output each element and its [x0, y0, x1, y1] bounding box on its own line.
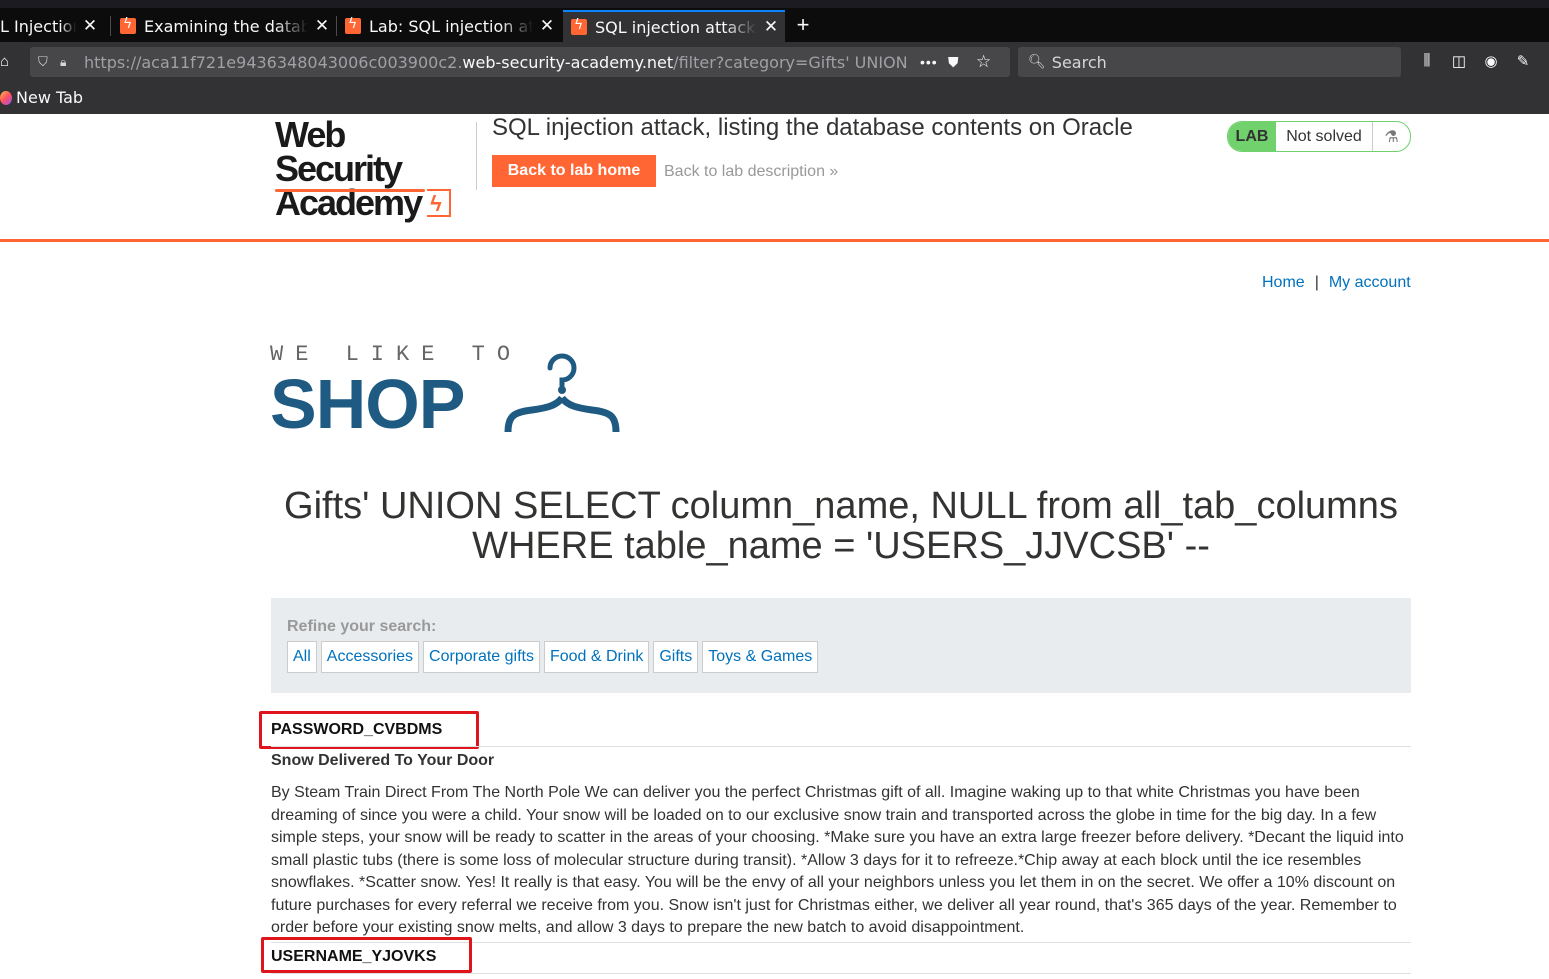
- my-account-link[interactable]: My account: [1329, 274, 1411, 292]
- toolbar-icons: ⫼ ◫ ◉ ✎: [1418, 52, 1532, 70]
- red-highlight-box: [261, 937, 472, 973]
- category-all[interactable]: All: [287, 641, 317, 673]
- product-name: Snow Delivered To Your Door: [271, 752, 495, 769]
- bookmark-star-icon[interactable]: ☆: [976, 52, 1000, 72]
- search-input[interactable]: 🔍︎ Search: [1018, 47, 1401, 77]
- sidebar-icon[interactable]: ◫: [1450, 52, 1468, 70]
- product-description: By Steam Train Direct From The North Pol…: [271, 784, 1404, 936]
- lock-icon[interactable]: 🔒︎: [60, 55, 76, 70]
- category-toys-games[interactable]: Toys & Games: [702, 641, 819, 673]
- home-link[interactable]: Home: [1262, 274, 1305, 292]
- tab-bar: L Injection? ✕ Examining the database ✕ …: [0, 0, 1549, 42]
- tab-label: Lab: SQL injection attack: [369, 16, 533, 36]
- tracking-shield-icon[interactable]: ⛉: [38, 54, 54, 70]
- logo-line-1: Web Security: [275, 114, 403, 189]
- page-actions-more-icon[interactable]: •••: [920, 54, 944, 70]
- url-text[interactable]: https://aca11f721e9436348043006c003900c2…: [84, 53, 912, 72]
- logo-shop-word: SHOP: [270, 365, 465, 443]
- back-to-lab-home-button[interactable]: Back to lab home: [492, 155, 656, 187]
- tab-separator: [110, 16, 111, 36]
- url-prefix: https://aca11f721e9436348043006c003900c2…: [84, 52, 463, 72]
- tab-label: Examining the database: [144, 16, 308, 36]
- close-icon[interactable]: ✕: [82, 16, 98, 36]
- search-placeholder: Search: [1051, 52, 1107, 72]
- search-icon: 🔍︎: [1028, 54, 1046, 70]
- header-divider: [476, 122, 477, 190]
- portswigger-favicon-icon: [120, 16, 136, 34]
- result-divider: [271, 973, 1411, 974]
- url-bar[interactable]: ⛉ 🔒︎ https://aca11f721e9436348043006c003…: [30, 47, 1010, 77]
- tab-examining-database[interactable]: Examining the database ✕: [112, 10, 336, 42]
- page-heading: Gifts' UNION SELECT column_name, NULL fr…: [284, 485, 1398, 567]
- title-strip: [0, 0, 1549, 8]
- lab-badge-label: LAB: [1228, 122, 1276, 151]
- portswigger-favicon-icon: [345, 16, 361, 34]
- new-tab-plus-icon[interactable]: +: [792, 12, 814, 38]
- category-accessories[interactable]: Accessories: [320, 641, 420, 673]
- category-food-drink[interactable]: Food & Drink: [543, 641, 650, 673]
- close-icon[interactable]: ✕: [763, 17, 779, 37]
- close-icon[interactable]: ✕: [314, 16, 330, 36]
- filter-panel: Refine your search: All Accessories Corp…: [271, 598, 1411, 693]
- bookmarks-toolbar: New Tab: [0, 82, 1549, 114]
- lab-status-badge: LAB Not solved ⚗: [1227, 121, 1411, 152]
- library-icon[interactable]: ⫼: [1418, 52, 1436, 70]
- lab-title: SQL injection attack, listing the databa…: [492, 114, 1133, 141]
- home-icon[interactable]: ⌂: [0, 53, 9, 70]
- extension-icon[interactable]: ✎: [1514, 52, 1532, 70]
- tab-lab-sql-injection[interactable]: Lab: SQL injection attack ✕: [337, 10, 561, 42]
- account-icon[interactable]: ◉: [1482, 52, 1500, 70]
- bolt-icon: [427, 187, 452, 221]
- back-to-lab-description-link[interactable]: Back to lab description »: [664, 163, 838, 181]
- portswigger-favicon-icon: [571, 17, 587, 35]
- we-like-to-shop-logo: WE LIKE TO SHOP: [270, 340, 630, 443]
- logo-underline: [275, 189, 425, 192]
- url-path: /filter?category=Gifts' UNION SELECT col…: [673, 52, 912, 72]
- bookmark-new-tab[interactable]: New Tab: [0, 88, 83, 107]
- category-gifts[interactable]: Gifts: [653, 641, 699, 673]
- lab-status-text: Not solved: [1286, 127, 1362, 145]
- firefox-icon: [0, 90, 12, 105]
- close-icon[interactable]: ✕: [539, 16, 555, 36]
- nav-separator: |: [1314, 274, 1319, 291]
- tab-label: L Injection?: [0, 16, 76, 36]
- red-highlight-box: [259, 711, 479, 749]
- pocket-icon[interactable]: ⛊: [948, 54, 972, 71]
- tab-active-sql-listing[interactable]: SQL injection attack, listing ✕: [563, 10, 785, 42]
- category-corporate-gifts[interactable]: Corporate gifts: [423, 641, 540, 673]
- refine-label: Refine your search:: [287, 618, 437, 635]
- tab-label: SQL injection attack, listing: [595, 17, 757, 37]
- url-host: web-security-academy.net: [462, 52, 674, 72]
- bookmark-label: New Tab: [16, 88, 84, 107]
- academy-header: Web Security Academy SQL injection attac…: [0, 114, 1549, 242]
- shop-top-nav: Home | My account: [1262, 274, 1411, 292]
- result-divider: [271, 746, 1411, 747]
- tab-sql-injection[interactable]: L Injection? ✕: [0, 10, 104, 42]
- web-security-academy-logo[interactable]: Web Security Academy: [275, 114, 475, 221]
- flask-icon: ⚗: [1372, 122, 1410, 151]
- nav-toolbar: ⌂ ⛉ 🔒︎ https://aca11f721e9436348043006c0…: [0, 42, 1549, 82]
- category-list: All Accessories Corporate gifts Food & D…: [287, 641, 819, 673]
- hanger-icon: [504, 353, 620, 433]
